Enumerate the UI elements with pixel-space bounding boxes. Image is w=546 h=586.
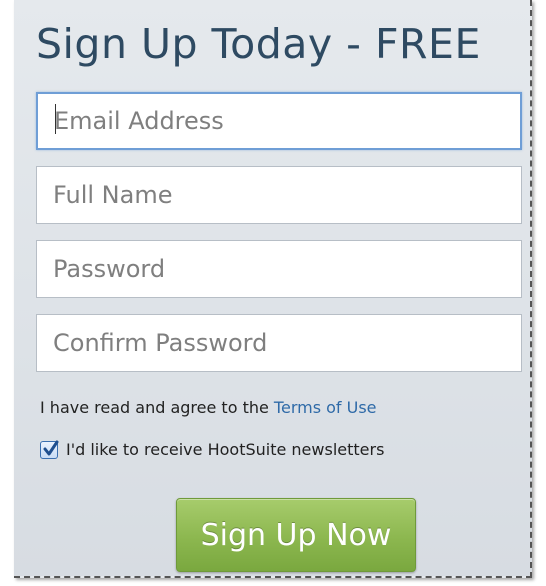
email-field[interactable] <box>36 92 522 150</box>
terms-of-use-link[interactable]: Terms of Use <box>274 398 377 417</box>
terms-text: I have read and agree to the <box>40 398 269 417</box>
password-field[interactable] <box>36 240 522 298</box>
confirm-password-field[interactable] <box>36 314 522 372</box>
sign-up-button[interactable]: Sign Up Now <box>176 498 416 572</box>
newsletter-option[interactable]: I'd like to receive HootSuite newsletter… <box>40 440 384 459</box>
terms-statement: I have read and agree to the Terms of Us… <box>40 398 377 417</box>
full-name-field[interactable] <box>36 166 522 224</box>
text-cursor <box>55 104 56 134</box>
checkmark-icon <box>43 440 59 455</box>
newsletter-checkbox[interactable] <box>40 440 59 459</box>
newsletter-label: I'd like to receive HootSuite newsletter… <box>66 440 385 459</box>
form-title: Sign Up Today - FREE <box>36 20 481 68</box>
